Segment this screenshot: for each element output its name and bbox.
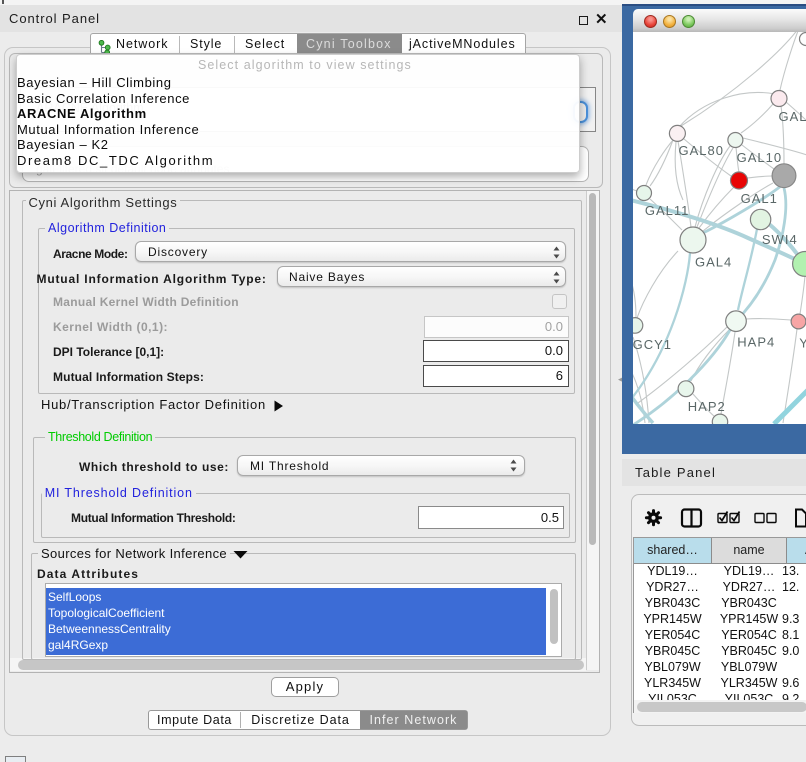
- svg-text:Y: Y: [799, 335, 806, 350]
- svg-text:HAP4: HAP4: [737, 334, 775, 349]
- svg-text:GAL2: GAL2: [779, 109, 806, 124]
- svg-text:SWI4: SWI4: [762, 232, 798, 247]
- svg-text:GAL10: GAL10: [737, 150, 782, 165]
- svg-text:GAL4: GAL4: [695, 255, 732, 270]
- svg-text:GAL1: GAL1: [741, 191, 778, 206]
- svg-text:HAP2: HAP2: [688, 399, 726, 414]
- svg-text:GCY1: GCY1: [633, 337, 672, 352]
- svg-text:GAL80: GAL80: [679, 143, 724, 158]
- svg-text:GAL11: GAL11: [645, 203, 690, 218]
